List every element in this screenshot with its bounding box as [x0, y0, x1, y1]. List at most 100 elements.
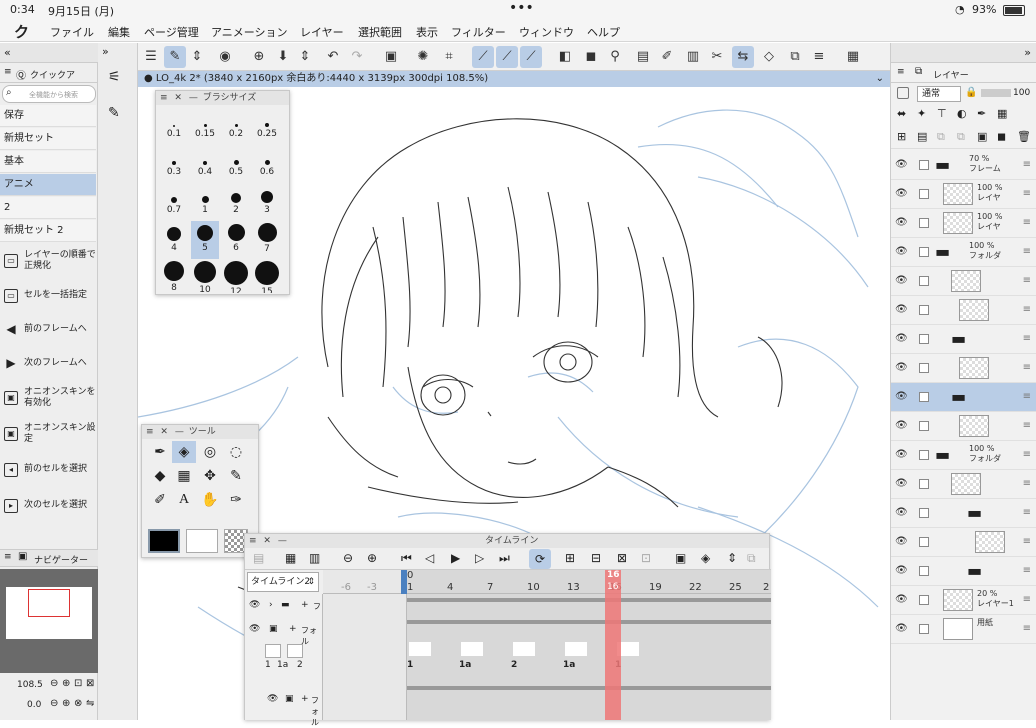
brush-size-option[interactable]: 10 [191, 259, 219, 293]
reset-rotation-icon[interactable]: ⊗ [74, 698, 82, 709]
add-icon[interactable]: + [301, 600, 309, 610]
eye-icon[interactable]: 👁 [895, 159, 908, 170]
drag-handle-icon[interactable]: ≡ [1023, 507, 1031, 518]
eye-icon[interactable]: 👁 [895, 333, 908, 344]
brush-tool-button[interactable]: ✐ [148, 489, 172, 511]
action-select-prev-cell[interactable]: ◂ 前のセルを選択 [2, 457, 96, 487]
layer-check-box[interactable] [919, 624, 929, 634]
double-chevron-icon[interactable]: « [4, 46, 11, 59]
drag-handle-icon[interactable]: ≡ [1023, 159, 1031, 170]
cell-thumb[interactable] [265, 644, 281, 658]
new-cell-icon[interactable]: ⊞ [565, 551, 575, 565]
layer-prop-icon[interactable]: ▤ [632, 46, 654, 68]
layer-check-box[interactable] [919, 247, 929, 257]
eye-icon[interactable]: 👁 [895, 275, 908, 286]
layer-check-box[interactable] [919, 508, 929, 518]
eye-icon[interactable]: 👁 [895, 507, 908, 518]
brush-size-option[interactable]: 0.2 [222, 107, 250, 145]
close-icon[interactable]: ✕ [160, 427, 168, 437]
copy-layer-icon[interactable]: ⧉ [937, 130, 945, 144]
timeline-select[interactable]: タイムライン2 ⇕ [247, 572, 319, 592]
chevron-right-icon[interactable]: › [269, 600, 273, 610]
layer-row[interactable]: 👁 ▬ 100 % フォルダ ≡ [891, 441, 1036, 470]
search-field[interactable]: ⌕ 全機能から検索 [2, 85, 96, 103]
minimize-icon[interactable]: — [189, 93, 198, 103]
actual-size-icon[interactable]: ⊠ [86, 678, 94, 689]
blend-mode-select[interactable]: 通常 [917, 86, 961, 102]
brush-size-option[interactable]: 0.5 [222, 145, 250, 183]
menu-filter[interactable]: フィルター [451, 24, 506, 40]
brush-size-option[interactable]: 12 [222, 259, 250, 293]
action-next-frame[interactable]: ▶ 次のフレームへ [2, 351, 96, 381]
eye-icon[interactable]: 👁 [895, 565, 908, 576]
layer-row[interactable]: 👁 ▬ ≡ [891, 325, 1036, 354]
close-icon[interactable]: ✕ [174, 93, 182, 103]
trash-icon[interactable]: 🗑 [1017, 130, 1031, 143]
stepper-icon[interactable]: ⇕ [186, 46, 208, 68]
assign-cell-icon[interactable]: ⊟ [591, 551, 601, 565]
action-select-next-cell[interactable]: ▸ 次のセルを選択 [2, 493, 96, 523]
eye-icon[interactable]: 👁 [895, 217, 908, 228]
grid-tool-button[interactable]: ▦ [172, 465, 196, 487]
ruler-snap-icon[interactable]: ⟋ [472, 46, 494, 68]
loop-icon[interactable]: ⟳ [529, 549, 551, 569]
layer-check-box[interactable] [919, 392, 929, 402]
timeline-settings-icon[interactable]: ▦ [285, 551, 296, 565]
eye-icon[interactable]: 👁 [895, 536, 908, 547]
link-icon[interactable]: ⇆ [732, 46, 754, 68]
vector-icon[interactable]: ◇ [758, 46, 780, 68]
draft-icon[interactable]: ▦ [997, 107, 1007, 120]
layer-check-box[interactable] [919, 479, 929, 489]
drag-handle-icon[interactable]: ≡ [1023, 449, 1031, 460]
stepper-icon[interactable]: ⇕ [727, 551, 737, 565]
vector-icon[interactable]: ✦ [917, 107, 926, 120]
layer-check-box[interactable] [919, 189, 929, 199]
navigator-tab[interactable]: ≡ ▣ ナビゲーター [0, 549, 98, 567]
special-ruler-icon[interactable]: ⟋ [496, 46, 518, 68]
layer-row[interactable]: 👁 ▬ ≡ [891, 499, 1036, 528]
select-tool-button[interactable]: ◎ [198, 441, 222, 463]
layer-check-box[interactable] [919, 566, 929, 576]
menu-page[interactable]: ページ管理 [144, 24, 199, 40]
palette-menu-icon[interactable]: ≡ [4, 552, 12, 562]
eye-icon[interactable]: 👁 [895, 362, 908, 373]
prev-frame-icon[interactable]: ◁ [425, 551, 434, 565]
menu-layer[interactable]: レイヤー [300, 24, 344, 40]
grid-snap-icon[interactable]: ⟋ [520, 46, 542, 68]
apply-mask-icon[interactable]: ◼ [997, 130, 1006, 143]
layer-row[interactable]: 👁 ≡ [891, 267, 1036, 296]
vector-pen-tool-button[interactable]: ✑ [224, 489, 248, 511]
layer-row[interactable]: 👁 ▬ ≡ [891, 557, 1036, 586]
rotate-right-icon[interactable]: ⊕ [62, 698, 70, 709]
eye-icon[interactable]: 👁 [895, 420, 908, 431]
eye-icon[interactable]: 👁 [249, 600, 260, 610]
zoom-out-icon[interactable]: ⊖ [50, 678, 58, 689]
brush-size-option[interactable]: 5 [191, 221, 219, 259]
track-row-2[interactable]: 👁 ▣ + フォル [245, 622, 323, 646]
eye-icon[interactable]: 👁 [895, 478, 908, 489]
keyframe-icon[interactable]: ◈ [701, 551, 710, 565]
action-normalize-layer-order[interactable]: ▭ レイヤーの順番で正規化 [2, 248, 96, 278]
app-logo-icon[interactable]: ク [14, 21, 29, 42]
action-assign-cells[interactable]: ▭ セルを一括指定 [2, 283, 96, 313]
expand-icon[interactable]: ⬌ [897, 107, 906, 120]
action-onion-skin-settings[interactable]: ▣ オニオンスキン設定 [2, 421, 96, 451]
drag-handle-icon[interactable]: ≡ [1023, 333, 1031, 344]
drag-handle-icon[interactable]: ≡ [1023, 536, 1031, 547]
layer-row[interactable]: 👁 ▬ 100 % フォルダ ≡ [891, 238, 1036, 267]
set-item-2[interactable]: 2 [0, 197, 96, 219]
sub-color-swatch[interactable] [186, 529, 218, 553]
zoom-in-icon[interactable]: ⊕ [367, 551, 377, 565]
timeline-new-icon[interactable]: ▤ [253, 551, 264, 565]
drag-handle-icon[interactable]: ≡ [1023, 246, 1031, 257]
redo-icon[interactable]: ↷ [346, 46, 368, 68]
close-icon[interactable]: ✕ [263, 536, 271, 546]
layer-check-box[interactable] [919, 450, 929, 460]
wrench-icon[interactable]: ✂ [706, 46, 728, 68]
clear-icon[interactable]: ◧ [554, 46, 576, 68]
layer-row[interactable]: 👁 100 % レイヤ ≡ [891, 209, 1036, 238]
rotation-value[interactable]: 0.0 [27, 700, 41, 710]
tween-icon[interactable]: ⊡ [641, 551, 651, 565]
drag-handle-icon[interactable]: ≡ [1023, 188, 1031, 199]
cell-block[interactable] [513, 642, 535, 656]
